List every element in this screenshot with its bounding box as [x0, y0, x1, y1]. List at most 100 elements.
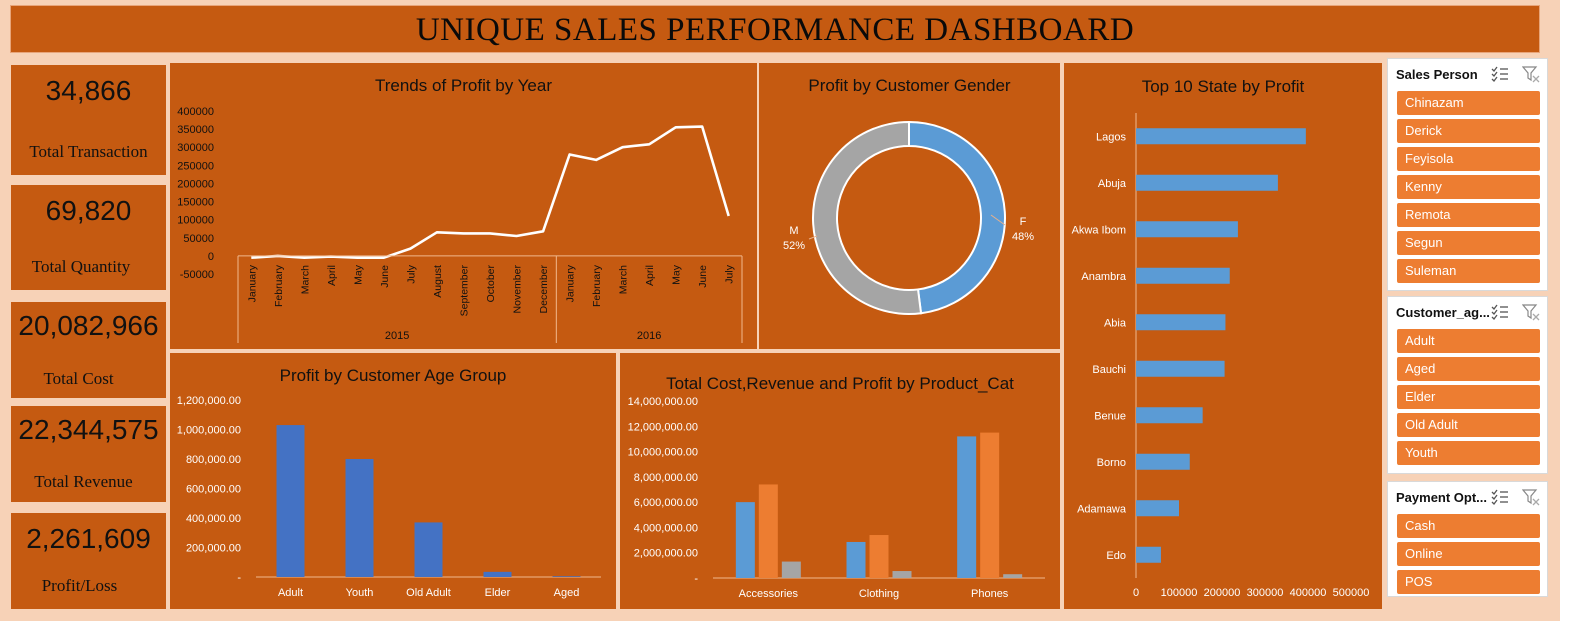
month-tick-label: July: [724, 264, 736, 283]
dashboard-header: UNIQUE SALES PERFORMANCE DASHBOARD: [10, 5, 1540, 53]
multi-select-icon[interactable]: [1491, 303, 1509, 321]
state-bar: [1136, 546, 1161, 563]
profit-line: [251, 125, 730, 259]
slicer-item[interactable]: Kenny: [1397, 175, 1540, 199]
product-bar: [869, 535, 889, 578]
chart-panel-gender: Profit by Customer Gender F 48% M 52%: [759, 63, 1060, 349]
age-group-bar-chart: 1,200,000.00 1,000,000.00 800,000.00 600,00…: [177, 395, 601, 599]
kpi-label: Profit/Loss: [41, 576, 118, 595]
x-tick-label: 500000: [1333, 587, 1370, 599]
month-tick-label: May: [671, 264, 683, 285]
state-bar: [1136, 267, 1230, 284]
slicer-item[interactable]: Feyisola: [1397, 147, 1540, 171]
product-bar: [980, 432, 1000, 578]
kpi-label: Total Cost: [43, 369, 114, 388]
category-label: Aged: [554, 587, 580, 599]
x-tick-label: 400000: [1290, 587, 1327, 599]
state-label: Anambra: [1081, 271, 1127, 283]
slice-percent-label: 52%: [783, 240, 805, 252]
kpi-value: 20,082,966: [18, 310, 159, 341]
kpi-value: 2,261,609: [26, 523, 151, 554]
state-bar: [1136, 453, 1190, 470]
y-tick-label: 2,000,000.00: [634, 548, 698, 560]
slicer-item[interactable]: Elder: [1397, 385, 1540, 409]
category-label: Adult: [278, 587, 303, 599]
y-tick-label: 8,000,000.00: [634, 472, 698, 484]
month-tick-label: April: [644, 265, 656, 286]
donut-slice-M: [812, 120, 923, 315]
kpi-card-total-revenue: 22,344,575 Total Revenue: [11, 406, 166, 502]
state-bar: [1136, 314, 1226, 331]
slicer-item[interactable]: Adult: [1397, 329, 1540, 353]
y-tick-label: -: [237, 572, 241, 584]
clear-filter-icon[interactable]: [1522, 65, 1540, 83]
slicer-item[interactable]: Derick: [1397, 119, 1540, 143]
x-tick-label: 100000: [1161, 587, 1198, 599]
y-tick-label: 400000: [177, 106, 214, 118]
state-label: Edo: [1106, 550, 1126, 562]
slicer-item[interactable]: Online: [1397, 542, 1540, 566]
state-bar: [1136, 128, 1306, 145]
year-group-label: 2015: [385, 330, 409, 342]
slicer-title: Sales Person: [1396, 67, 1478, 82]
product-bar: [781, 561, 801, 578]
slicer-item[interactable]: Cash: [1397, 514, 1540, 538]
y-tick-label: 12,000,000.00: [628, 421, 698, 433]
state-label: Benue: [1094, 410, 1126, 422]
state-label: Borno: [1097, 457, 1126, 469]
clear-filter-icon[interactable]: [1522, 303, 1540, 321]
product-cat-bar-chart: 14,000,000.00 12,000,000.00 10,000,000.00 8…: [628, 396, 1045, 600]
chart-panel-product-cat: Total Cost,Revenue and Profit by Product…: [620, 353, 1060, 609]
profit-trend-chart: 400000 350000 300000 250000 200000 150000 1000…: [177, 106, 743, 343]
product-bar: [846, 541, 866, 578]
month-tick-label: February: [273, 264, 285, 307]
chart-panel-top-states: Top 10 State by Profit Lagos Abuja Akwa Ib…: [1064, 63, 1382, 609]
month-tick-label: June: [379, 265, 391, 288]
product-bar: [1003, 574, 1023, 578]
y-tick-label: 800,000.00: [186, 454, 241, 466]
slicer-panel: Customer_ag... Adult Aged Elder Old Adult You…: [1387, 296, 1548, 474]
slicer-title: Payment Opt...: [1396, 490, 1488, 505]
slicer-item[interactable]: Youth: [1397, 441, 1540, 465]
month-tick-label: September: [458, 265, 470, 317]
month-tick-label: February: [591, 264, 603, 307]
slicer-item[interactable]: Remota: [1397, 203, 1540, 227]
slicer-panel: Sales Person Chinazam Derick Feyisola Kenny R…: [1387, 58, 1548, 291]
month-tick-label: August: [432, 265, 444, 298]
kpi-value: 69,820: [45, 195, 132, 226]
slice-category-label: F: [1020, 216, 1027, 228]
y-tick-label: 600,000.00: [186, 484, 241, 496]
month-tick-label: January: [246, 264, 258, 302]
slicer-item[interactable]: Chinazam: [1397, 91, 1540, 115]
kpi-label: Total Quantity: [31, 257, 131, 276]
category-label: Youth: [346, 587, 374, 599]
y-tick-label: 50000: [183, 233, 214, 245]
clear-filter-icon[interactable]: [1522, 488, 1540, 506]
age-group-bar: [552, 576, 581, 577]
state-bar: [1136, 360, 1225, 377]
y-tick-label: 200000: [177, 178, 214, 190]
kpi-value: 22,344,575: [18, 414, 159, 445]
slice-category-label: M: [789, 225, 798, 237]
slicer-item[interactable]: Suleman: [1397, 259, 1540, 283]
category-label: Accessories: [739, 588, 799, 600]
kpi-card-profit-loss: 2,261,609 Profit/Loss: [11, 513, 166, 609]
multi-select-icon[interactable]: [1491, 488, 1509, 506]
state-bar: [1136, 174, 1278, 191]
month-tick-label: March: [299, 265, 311, 294]
y-tick-label: 0: [208, 251, 214, 263]
slicer-item[interactable]: POS: [1397, 570, 1540, 594]
slicer-item[interactable]: Segun: [1397, 231, 1540, 255]
month-tick-label: December: [538, 264, 550, 313]
y-tick-label: 400,000.00: [186, 513, 241, 525]
slicer-item[interactable]: Old Adult: [1397, 413, 1540, 437]
slicer-item[interactable]: Aged: [1397, 357, 1540, 381]
state-label: Bauchi: [1092, 364, 1126, 376]
slice-percent-label: 48%: [1012, 231, 1034, 243]
kpi-value: 34,866: [45, 75, 132, 106]
kpi-card-total-cost: 20,082,966 Total Cost: [11, 302, 166, 398]
month-tick-label: October: [485, 265, 497, 303]
multi-select-icon[interactable]: [1491, 65, 1509, 83]
y-tick-label: 200,000.00: [186, 543, 241, 555]
y-tick-label: -: [694, 573, 698, 585]
